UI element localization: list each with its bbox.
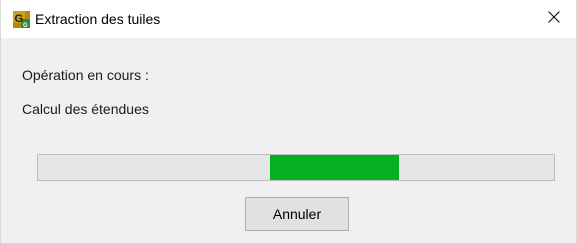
close-button[interactable]	[532, 0, 576, 38]
status-heading: Opération en cours :	[22, 67, 149, 83]
progress-marquee-segment	[270, 155, 400, 180]
status-detail: Calcul des étendues	[22, 101, 149, 117]
close-icon[interactable]	[548, 10, 560, 28]
progress-bar	[37, 154, 555, 181]
dialog-window: G G Extraction des tuiles Opération en c…	[0, 0, 577, 243]
cancel-button[interactable]: Annuler	[245, 197, 349, 231]
title-bar: G G Extraction des tuiles	[1, 0, 576, 38]
svg-text:G: G	[15, 13, 24, 25]
app-logo-icon: G G	[13, 11, 30, 29]
window-title: Extraction des tuiles	[35, 11, 161, 27]
svg-text:G: G	[23, 23, 28, 28]
